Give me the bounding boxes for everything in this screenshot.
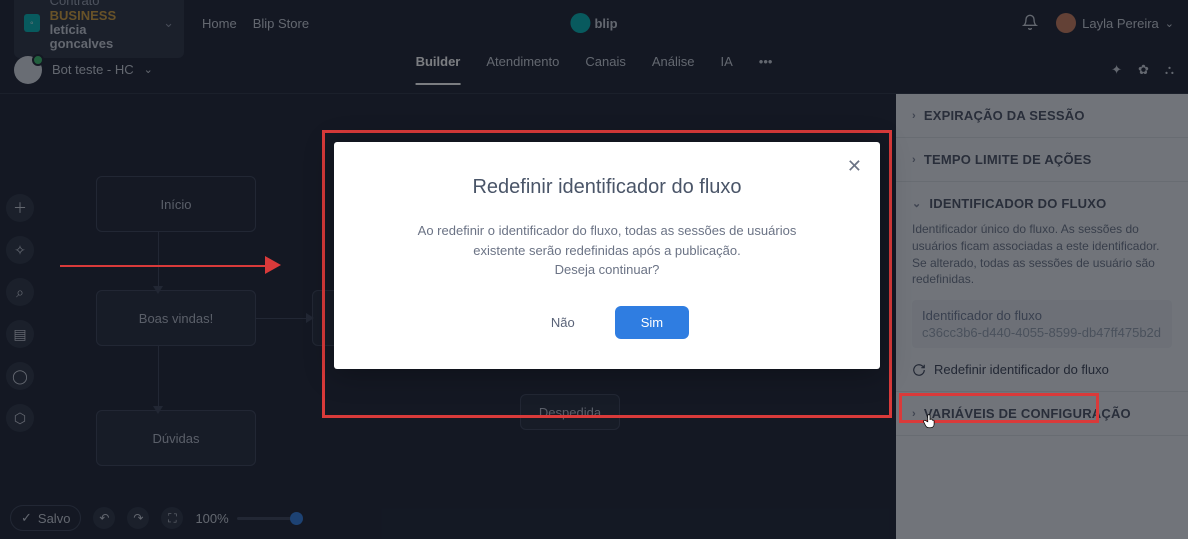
confirm-modal: ✕ Redefinir identificador do fluxo Ao re…	[334, 142, 880, 369]
confirm-button[interactable]: Sim	[615, 306, 689, 339]
close-icon[interactable]: ✕	[847, 156, 862, 177]
modal-body: Ao redefinir o identificador do fluxo, t…	[407, 221, 807, 280]
modal-title: Redefinir identificador do fluxo	[374, 176, 840, 199]
cursor-hand-icon	[921, 410, 939, 432]
annotation-arrow	[60, 256, 290, 276]
cancel-button[interactable]: Não	[525, 306, 601, 339]
